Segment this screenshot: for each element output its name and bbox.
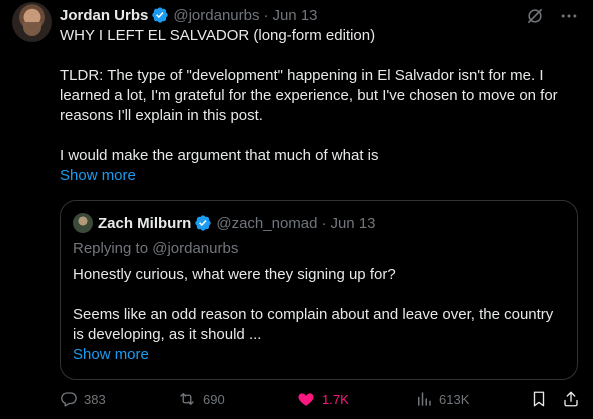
quote-author-name[interactable]: Zach Milburn bbox=[98, 215, 191, 232]
reply-button[interactable]: 383 bbox=[60, 390, 106, 408]
repost-button[interactable]: 690 bbox=[177, 390, 225, 408]
post-body: WHY I LEFT EL SALVADOR (long-form editio… bbox=[60, 26, 580, 186]
views-count: 613K bbox=[439, 391, 470, 407]
post-date[interactable]: Jun 13 bbox=[272, 7, 317, 24]
avatar-beard bbox=[23, 22, 41, 36]
like-button[interactable]: 1.7K bbox=[296, 390, 349, 408]
bookmark-button[interactable] bbox=[530, 390, 548, 408]
header-separator: · bbox=[263, 6, 269, 24]
post-paragraph: I would make the argument that much of w… bbox=[60, 147, 379, 164]
grok-icon[interactable] bbox=[525, 6, 545, 26]
verified-badge-icon bbox=[152, 7, 169, 23]
reply-count: 383 bbox=[84, 391, 106, 407]
post-paragraph: WHY I LEFT EL SALVADOR (long-form editio… bbox=[60, 27, 376, 44]
show-more-link[interactable]: Show more bbox=[60, 166, 580, 186]
quote-header: Zach Milburn @zach_nomad · Jun 13 bbox=[98, 213, 376, 233]
verified-badge-icon bbox=[195, 215, 212, 231]
quote-show-more-link[interactable]: Show more bbox=[73, 345, 568, 365]
repost-count: 690 bbox=[203, 391, 225, 407]
post-top-actions bbox=[525, 6, 579, 26]
quote-paragraph: Honestly curious, what were they signing… bbox=[73, 266, 396, 283]
quote-date[interactable]: Jun 13 bbox=[330, 215, 375, 232]
replying-to: Replying to @jordanurbs bbox=[73, 239, 238, 259]
quote-paragraph: Seems like an odd reason to complain abo… bbox=[73, 306, 554, 343]
action-bar: 383 690 1.7K 613K bbox=[60, 388, 579, 410]
like-count: 1.7K bbox=[322, 391, 349, 407]
more-icon[interactable] bbox=[559, 6, 579, 26]
quote-author-avatar[interactable] bbox=[73, 213, 93, 233]
quote-body: Honestly curious, what were they signing… bbox=[73, 265, 568, 365]
post-header: Jordan Urbs @jordanurbs · Jun 13 bbox=[60, 5, 318, 25]
heart-icon bbox=[298, 393, 314, 406]
quote-header-separator: · bbox=[321, 214, 327, 232]
repost-icon bbox=[180, 393, 194, 405]
author-avatar[interactable] bbox=[12, 2, 52, 42]
quote-author-handle[interactable]: @zach_nomad bbox=[216, 215, 317, 232]
quoted-post[interactable]: Zach Milburn @zach_nomad · Jun 13 Replyi… bbox=[60, 200, 578, 380]
replying-to-prefix: Replying to bbox=[73, 240, 153, 257]
reply-icon bbox=[61, 392, 77, 407]
views-button[interactable]: 613K bbox=[415, 390, 469, 408]
replying-to-handle[interactable]: @jordanurbs bbox=[152, 240, 238, 257]
views-icon bbox=[418, 392, 431, 406]
author-name[interactable]: Jordan Urbs bbox=[60, 7, 148, 24]
share-icon bbox=[564, 391, 578, 407]
share-button[interactable] bbox=[562, 390, 580, 408]
post-paragraph: TLDR: The type of "development" happenin… bbox=[60, 67, 558, 124]
author-handle[interactable]: @jordanurbs bbox=[173, 7, 259, 24]
bookmark-icon bbox=[533, 391, 545, 407]
